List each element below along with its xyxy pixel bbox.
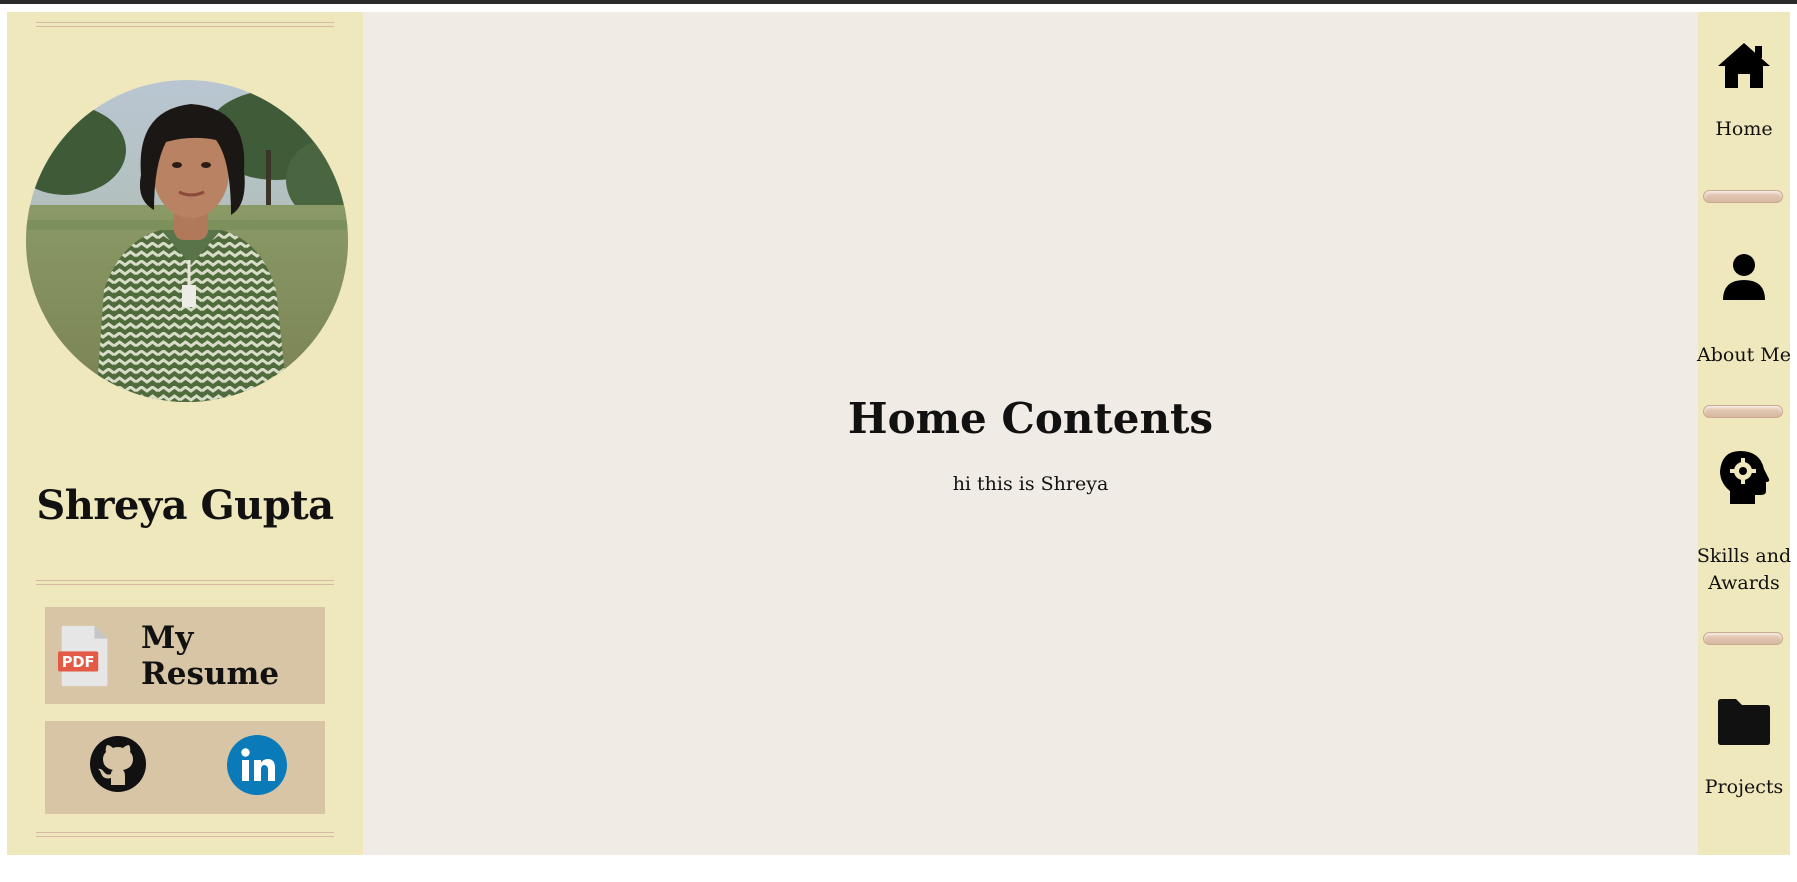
resume-button[interactable]: PDF My Resume (45, 607, 325, 704)
nav-label-skills: Skills and (1696, 545, 1792, 567)
nav-label-home: Home (1715, 118, 1773, 140)
profile-name: Shreya Gupta (36, 482, 334, 529)
browser-top-edge (0, 0, 1797, 4)
nav-label-skills-line2: Awards (1708, 572, 1780, 594)
avatar (26, 80, 348, 402)
main-content: Home Contents hi this is Shreya (363, 12, 1698, 855)
user-icon (1723, 254, 1765, 300)
divider-top (36, 22, 334, 27)
nav-item-projects[interactable]: Projects (1698, 694, 1790, 801)
nav-item-about[interactable]: About Me (1697, 248, 1791, 369)
nav-label-projects: Projects (1704, 776, 1784, 798)
svg-text:PDF: PDF (62, 653, 95, 670)
nav-separator (1703, 632, 1783, 645)
resume-label: My Resume (141, 619, 280, 692)
folder-icon (1718, 699, 1770, 745)
linkedin-icon[interactable] (227, 735, 287, 795)
intro-text: hi this is Shreya (952, 473, 1109, 495)
nav-item-home[interactable]: Home (1698, 38, 1790, 143)
nav-item-skills[interactable]: Skills and Awards (1696, 449, 1792, 597)
social-links (45, 721, 325, 814)
page-frame: Shreya Gupta PDF My Resume Home Contents… (7, 12, 1792, 855)
nav-separator (1703, 190, 1783, 203)
head-gear-icon (1720, 451, 1770, 504)
github-icon[interactable] (89, 735, 147, 793)
divider-bottom (36, 832, 334, 837)
nav-separator (1703, 405, 1783, 418)
home-icon (1718, 43, 1770, 88)
page-title: Home Contents (847, 394, 1214, 443)
nav-label-about: About Me (1697, 344, 1791, 366)
divider-middle (36, 580, 334, 585)
profile-sidebar: Shreya Gupta PDF My Resume (7, 12, 363, 855)
pdf-file-icon: PDF (58, 625, 108, 686)
section-nav: Home About Me Skills and Awards Projects (1696, 12, 1792, 855)
profile-photo (26, 80, 348, 402)
